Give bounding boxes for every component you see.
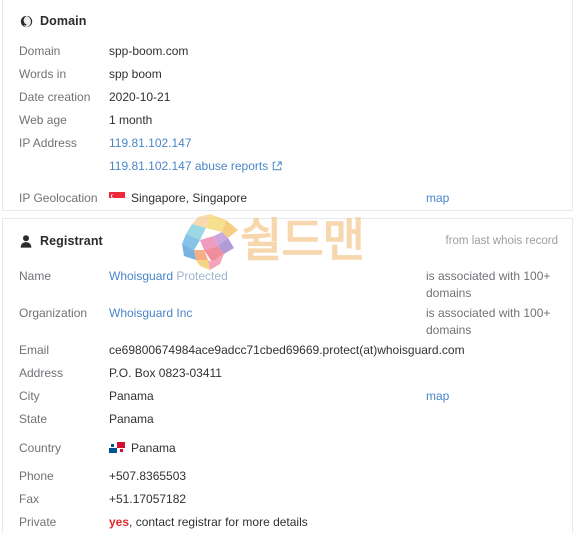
row-label-organization: Organization <box>19 306 88 320</box>
row-label-state: State <box>19 412 48 426</box>
row-label-web-age: Web age <box>19 113 67 127</box>
map-link-city[interactable]: map <box>426 389 449 403</box>
row-label-phone: Phone <box>19 469 54 483</box>
row-label-email: Email <box>19 343 50 357</box>
row-value-domain: spp-boom.com <box>109 44 189 58</box>
table-row: Name Whoisguard Protected is associated … <box>3 265 572 302</box>
row-label-domain: Domain <box>19 44 61 58</box>
row-value-web-age: 1 month <box>109 113 153 127</box>
row-value-email: ce69800674984ace9adcc71cbed69669.protect… <box>109 343 465 357</box>
domain-card-title: Domain <box>40 14 87 28</box>
table-row: Organization Whoisguard Inc is associate… <box>3 302 572 339</box>
table-row: Country Panama <box>3 437 572 460</box>
table-row: Email ce69800674984ace9adcc71cbed69669.p… <box>3 339 572 362</box>
row-label-country: Country <box>19 441 62 455</box>
abuse-reports-link[interactable]: 119.81.102.147 abuse reports <box>109 159 268 173</box>
row-label-name: Name <box>19 269 52 283</box>
row-label-ip-geolocation: IP Geolocation <box>19 191 98 205</box>
domain-card-header: Domain <box>3 0 572 31</box>
organization-associated-domains-note: is associated with 100+ domains <box>426 306 551 337</box>
table-row: Web age 1 month <box>3 109 572 132</box>
table-row: Address P.O. Box 0823-03411 <box>3 362 572 385</box>
row-value-state: Panama <box>109 412 154 426</box>
registrant-organization-link[interactable]: Whoisguard Inc <box>109 306 192 320</box>
row-value-date-creation: 2020-10-21 <box>109 90 171 104</box>
registrant-card: Registrant from last whois record Name W… <box>2 218 573 533</box>
row-value-country: Panama <box>131 441 176 455</box>
user-icon <box>19 234 33 248</box>
table-row: Phone +507.8365503 <box>3 465 572 488</box>
table-row: Words in spp boom <box>3 63 572 86</box>
domain-card: Domain Domain spp-boom.com Words in spp … <box>2 0 573 211</box>
row-value-city: Panama <box>109 389 154 403</box>
singapore-flag-icon <box>109 192 125 203</box>
table-row: IP Geolocation Singapore, Singapore map <box>3 187 572 210</box>
row-value-words-in: spp boom <box>109 67 162 81</box>
ip-address-link[interactable]: 119.81.102.147 <box>109 136 192 150</box>
name-associated-domains-note: is associated with 100+ domains <box>426 269 551 300</box>
row-label-city: City <box>19 389 40 403</box>
panama-flag-icon <box>109 442 125 453</box>
row-value-private: , contact registrar for more details <box>129 515 308 529</box>
table-row: 119.81.102.147 abuse reports <box>3 155 572 179</box>
table-row: Fax +51.17057182 <box>3 488 572 511</box>
registrant-rows: Name Whoisguard Protected is associated … <box>3 251 572 534</box>
table-row: IP Address 119.81.102.147 <box>3 132 572 155</box>
private-yes-badge: yes <box>109 515 130 529</box>
row-label-date-creation: Date creation <box>19 90 91 104</box>
registrant-name-protected-label: Protected <box>176 269 228 283</box>
row-value-fax: +51.17057182 <box>109 492 187 506</box>
table-row: Date creation 2020-10-21 <box>3 86 572 109</box>
row-value-address: P.O. Box 0823-03411 <box>109 366 222 380</box>
map-link-geolocation[interactable]: map <box>426 191 449 205</box>
row-label-private: Private <box>19 515 57 529</box>
row-label-fax: Fax <box>19 492 40 506</box>
row-value-phone: +507.8365503 <box>109 469 187 483</box>
table-row: State Panama <box>3 408 572 431</box>
registrant-name-link[interactable]: Whoisguard <box>109 269 173 283</box>
row-label-address: Address <box>19 366 64 380</box>
registrant-card-title: Registrant <box>40 234 103 248</box>
row-label-words-in: Words in <box>19 67 67 81</box>
table-row: Domain spp-boom.com <box>3 40 572 63</box>
globe-icon <box>19 14 33 28</box>
row-value-ip-geolocation: Singapore, Singapore <box>131 191 248 205</box>
from-last-whois-record-label: from last whois record <box>445 235 558 247</box>
domain-rows: Domain spp-boom.com Words in spp boom Da… <box>3 31 572 210</box>
external-link-icon[interactable] <box>272 156 282 179</box>
table-row: City Panama map <box>3 385 572 408</box>
row-label-ip-address: IP Address <box>19 136 77 150</box>
table-row: Private yes, contact registrar for more … <box>3 511 572 534</box>
